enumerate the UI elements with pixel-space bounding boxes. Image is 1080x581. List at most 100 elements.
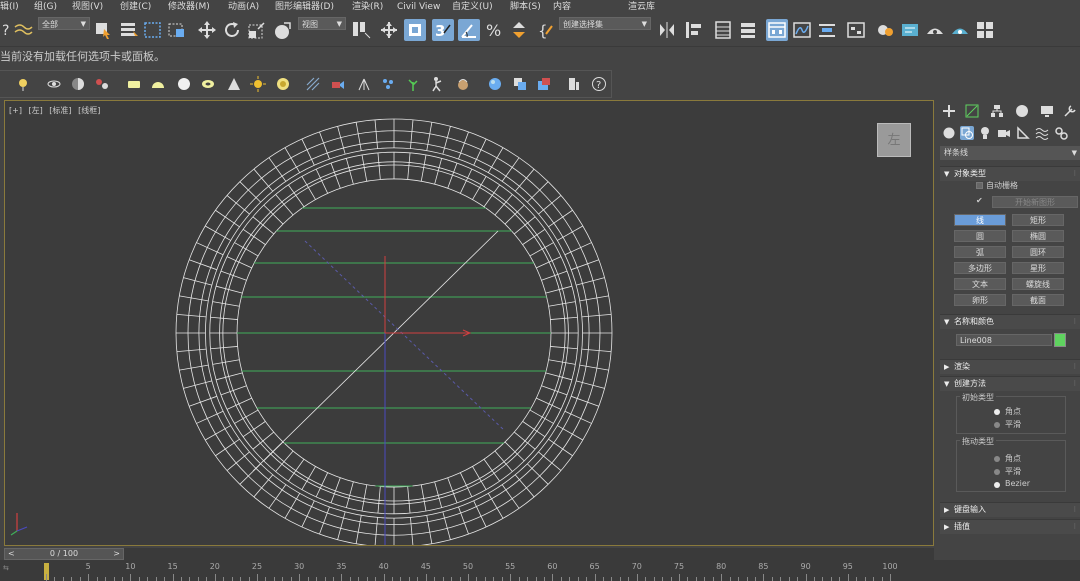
select-manipulate-icon[interactable] [378,19,400,41]
menu-group[interactable]: 组(G) [34,0,57,14]
menu-edit[interactable]: 辑(I) [0,0,19,14]
drag-smooth-radio[interactable] [994,469,1000,475]
layer-explorer-icon[interactable] [737,19,759,41]
menu-customize[interactable]: 自定义(U) [452,0,493,14]
align-icon[interactable] [682,19,704,41]
menu-graph-editors[interactable]: 图形编辑器(D) [275,0,334,14]
snaps-toggle-icon[interactable]: 3 [432,19,454,41]
render-frame-icon[interactable] [536,76,552,92]
initial-corner-radio[interactable] [994,409,1000,415]
menu-create[interactable]: 创建(C) [120,0,151,14]
half-sphere-icon[interactable] [70,76,86,92]
sphere-object-icon[interactable] [176,76,192,92]
tripod-icon[interactable] [356,76,372,92]
select-by-name-icon[interactable] [118,19,140,41]
window-crossing-icon[interactable] [166,19,188,41]
render-in-cloud-icon[interactable] [974,19,996,41]
rendered-frame-window-icon[interactable] [924,19,946,41]
environment-icon[interactable] [487,76,503,92]
scatter-icon[interactable] [380,76,396,92]
geometry-category-icon[interactable] [942,126,956,140]
utilities-tab-icon[interactable] [1063,104,1077,118]
object-color-swatch[interactable] [1054,333,1066,347]
angle-snap-icon[interactable] [458,19,480,41]
rendering-rollout-header[interactable]: ▶ 渲染 ⁝ [940,359,1080,374]
name-color-rollout-header[interactable]: ▼ 名称和颜色 ⁝ [940,314,1080,329]
time-slider-prev[interactable]: < [8,549,15,559]
menu-content[interactable]: 内容 [553,0,571,14]
sky-light-icon[interactable] [275,76,291,92]
shape-button[interactable]: 圆环 [1012,246,1064,258]
menu-modifiers[interactable]: 修改器(M) [168,0,210,14]
shape-button[interactable]: 弧 [954,246,1006,258]
shape-button[interactable]: 矩形 [1012,214,1064,226]
hierarchy-tab-icon[interactable] [990,104,1004,118]
cone-object-icon[interactable] [226,76,242,92]
reference-coordinate-dropdown[interactable]: 视图 ▼ [298,17,346,30]
render-setup-icon[interactable] [899,19,921,41]
start-new-shape-checkbox[interactable]: ✔ [976,196,983,205]
selection-filter-dropdown[interactable]: 全部 ▼ [38,17,90,30]
menu-render-cloud[interactable]: 渲云库 [628,0,655,14]
shape-button[interactable]: 多边形 [954,262,1006,274]
time-slider-next[interactable]: > [113,549,120,559]
drag-bezier-radio[interactable] [994,482,1000,488]
biped-icon[interactable] [430,76,446,92]
curve-editor-icon[interactable] [791,19,813,41]
mirror-icon[interactable] [656,19,678,41]
motion-tab-icon[interactable] [1015,104,1029,118]
plant-icon[interactable] [405,76,421,92]
rectangular-selection-icon[interactable] [142,19,164,41]
keyboard-entry-rollout-header[interactable]: ▶ 键盘输入 ⁝ [940,502,1080,517]
camera-object-icon[interactable] [330,76,346,92]
camera-orbit-icon[interactable] [46,76,62,92]
shape-button[interactable]: 圆 [954,230,1006,242]
shape-button[interactable]: 椭圆 [1012,230,1064,242]
hair-icon[interactable] [455,76,471,92]
track-bar[interactable]: ⇆ 5 10 15 20 25 30 35 40 45 50 55 60 65 70 75 80 85 90 95 1… [0,560,1080,581]
interpolation-rollout-header[interactable]: ▶ 插值 ⁝ [940,519,1080,534]
shape-button[interactable]: 线 [954,214,1006,226]
menu-rendering[interactable]: 渲染(R) [352,0,383,14]
rotate-icon[interactable] [221,19,243,41]
schematic-view-icon[interactable] [845,19,867,41]
start-new-shape-button[interactable]: 开始新图形 [992,196,1078,208]
placement-icon[interactable] [271,19,293,41]
keyboard-shortcut-override-icon[interactable] [404,19,426,41]
display-tab-icon[interactable] [1040,104,1054,118]
cameras-category-icon[interactable] [997,126,1011,140]
percent-snap-icon[interactable]: % [484,19,506,41]
torus-object-icon[interactable] [200,76,216,92]
particle-icon[interactable] [94,76,110,92]
shape-category-dropdown[interactable]: 样条线 ▼ [940,146,1080,160]
spinner-snap-icon[interactable] [508,19,530,41]
menu-civil-view[interactable]: Civil View [397,0,440,14]
trackbar-key-icon[interactable]: ⇆ [3,564,9,572]
dope-sheet-icon[interactable] [816,19,838,41]
shape-button[interactable]: 截面 [1012,294,1064,306]
systems-category-icon[interactable] [1054,126,1068,140]
drag-corner-radio[interactable] [994,456,1000,462]
render-production-icon[interactable] [949,19,971,41]
shape-button[interactable]: 卵形 [954,294,1006,306]
create-tab-icon[interactable] [942,104,956,118]
named-selection-dropdown[interactable]: 创建选择集 ▼ [559,17,651,30]
edit-named-selection-icon[interactable]: { [536,19,558,41]
shape-button[interactable]: 螺旋线 [1012,278,1064,290]
lights-category-icon[interactable] [978,126,992,140]
menu-scripting[interactable]: 脚本(S) [510,0,541,14]
material-editor-icon[interactable] [874,19,896,41]
shape-button[interactable]: 星形 [1012,262,1064,274]
object-name-field[interactable]: Line008 [956,334,1052,346]
left-viewport[interactable]: [+] [左] [标准] [线框] 左 [4,100,934,546]
toggle-ribbon-icon[interactable] [766,19,788,41]
move-icon[interactable] [196,19,218,41]
helpers-category-icon[interactable] [1016,126,1030,140]
sun-light-icon[interactable] [250,76,266,92]
initial-smooth-radio[interactable] [994,422,1000,428]
autogrid-checkbox[interactable] [976,182,983,189]
grid-helper-icon[interactable] [305,76,321,92]
shapes-category-icon[interactable] [960,126,974,140]
scale-icon[interactable] [246,19,268,41]
select-object-icon[interactable] [92,19,114,41]
